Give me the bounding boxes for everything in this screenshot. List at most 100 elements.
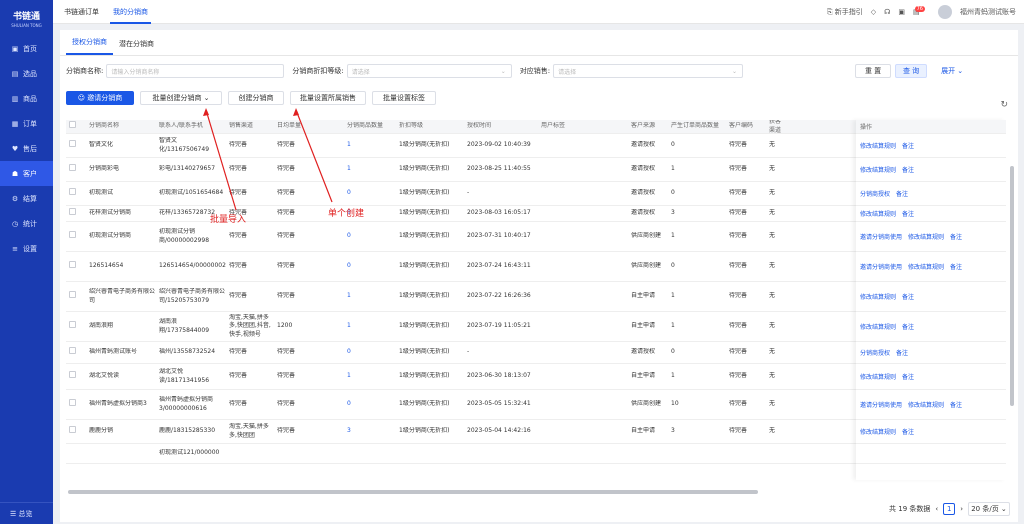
table-cell: 2023-07-19 11:05:21 xyxy=(467,322,531,330)
operation-link[interactable]: 备注 xyxy=(950,232,962,241)
tab-potential-distributors[interactable]: 潜在分销商 xyxy=(113,39,160,55)
row-checkbox[interactable] xyxy=(69,426,76,434)
operation-link[interactable]: 修改结算规则 xyxy=(908,262,944,271)
operation-link[interactable]: 邀请分销商使用 xyxy=(860,400,902,409)
operation-link[interactable]: 修改结算规则 xyxy=(860,372,896,381)
horizontal-scrollbar[interactable] xyxy=(68,490,758,494)
sidebar-icon: ≡ xyxy=(12,244,18,253)
operation-link[interactable]: 修改结算规则 xyxy=(860,322,896,331)
sidebar-item[interactable]: ♥ 售后 xyxy=(0,136,53,161)
table-cell: 分销商彩电 xyxy=(89,165,120,173)
search-button[interactable]: 查 询 xyxy=(895,64,928,78)
row-checkbox[interactable] xyxy=(69,399,76,407)
headset-icon[interactable]: ☊ xyxy=(884,8,890,16)
reset-button[interactable]: 重 置 xyxy=(855,64,892,78)
invite-distributor-button[interactable]: ☺ 邀请分销商 xyxy=(66,91,134,105)
sidebar-item-label: 设置 xyxy=(23,244,37,253)
operations-cell: 分销商授权 备注 xyxy=(856,342,1006,364)
row-checkbox[interactable] xyxy=(69,231,76,239)
operation-link[interactable]: 备注 xyxy=(902,427,914,436)
page-number[interactable]: 1 xyxy=(943,503,956,515)
row-checkbox[interactable] xyxy=(69,261,76,269)
operation-link[interactable]: 修改结算规则 xyxy=(908,232,944,241)
operation-link[interactable]: 备注 xyxy=(902,322,914,331)
sidebar-item[interactable]: ≡ 设置 xyxy=(0,236,53,261)
column-header: 分销商品数量 xyxy=(347,122,384,130)
checkbox-cell xyxy=(66,426,86,437)
table-cell: 0 xyxy=(671,141,675,149)
row-checkbox[interactable] xyxy=(69,291,76,299)
operation-link[interactable]: 备注 xyxy=(902,141,914,150)
operation-link[interactable]: 修改结算规则 xyxy=(860,427,896,436)
table-cell: 淘宝,天猫,拼多多,快团团,抖音,快手,视频号 xyxy=(229,313,271,338)
table-cell: 待完善 xyxy=(277,232,296,240)
table-cell: 湖南浪翔 xyxy=(89,322,114,330)
tab-my-distributors[interactable]: 我的分销商 xyxy=(110,0,151,24)
operation-link[interactable]: 备注 xyxy=(950,262,962,271)
avatar[interactable] xyxy=(938,5,952,19)
select-all-checkbox[interactable] xyxy=(69,121,76,129)
sidebar-item[interactable]: ⚙ 结算 xyxy=(0,186,53,211)
level-select[interactable]: 请选择 ⌄ xyxy=(346,64,512,78)
table-cell: 无 xyxy=(769,427,776,435)
page-size-select[interactable]: 20 条/页 ⌄ xyxy=(968,502,1010,516)
row-checkbox[interactable] xyxy=(69,208,76,216)
operation-link[interactable]: 备注 xyxy=(902,209,914,218)
sales-select[interactable]: 请选择 ⌄ xyxy=(553,64,744,78)
operation-link[interactable]: 邀请分销商使用 xyxy=(860,232,902,241)
refresh-icon[interactable]: ↻ xyxy=(1000,100,1008,110)
guide-link[interactable]: ⎘ 新手指引 xyxy=(827,7,863,17)
sidebar-item[interactable]: ☗ 客户 xyxy=(0,161,53,186)
user-name[interactable]: 福州青蚂测试账号 xyxy=(960,7,1016,17)
calendar-icon[interactable]: ▣ xyxy=(898,8,905,16)
name-input[interactable]: 请输入分销商名称 xyxy=(106,64,285,78)
sidebar-item[interactable]: ◷ 统计 xyxy=(0,211,53,236)
table-cell: 待完善 xyxy=(229,292,248,300)
operation-link[interactable]: 备注 xyxy=(902,372,914,381)
operation-link[interactable]: 分销商授权 xyxy=(860,189,890,198)
expand-link[interactable]: 展开 ⌄ xyxy=(941,66,963,76)
create-distributor-button[interactable]: 创建分销商 xyxy=(228,91,284,105)
operation-link[interactable]: 修改结算规则 xyxy=(860,141,896,150)
operations-cell: 修改结算规则 备注 xyxy=(856,420,1006,444)
tab-bookchain-orders[interactable]: 书链通订单 xyxy=(61,0,102,24)
operation-link[interactable]: 备注 xyxy=(896,189,908,198)
operations-cell: 修改结算规则 备注 xyxy=(856,282,1006,312)
table-cell: 待完善 xyxy=(729,400,748,408)
sidebar-item[interactable]: ▥ 商品 xyxy=(0,86,53,111)
column-header: 获客渠道 xyxy=(769,120,782,134)
tab-authorized-distributors[interactable]: 授权分销商 xyxy=(66,37,113,55)
operation-link[interactable]: 邀请分销商使用 xyxy=(860,262,902,271)
row-checkbox[interactable] xyxy=(69,164,76,172)
operation-link[interactable]: 分销商授权 xyxy=(860,348,890,357)
operation-link[interactable]: 修改结算规则 xyxy=(860,292,896,301)
checkbox-cell xyxy=(66,291,86,302)
sidebar-item[interactable]: ▤ 选品 xyxy=(0,61,53,86)
row-checkbox[interactable] xyxy=(69,188,76,196)
operation-link[interactable]: 备注 xyxy=(896,348,908,357)
batch-create-button[interactable]: 批量创建分销商 ⌄ xyxy=(140,91,222,105)
prev-page-icon[interactable]: ‹ xyxy=(935,505,938,513)
operation-link[interactable]: 修改结算规则 xyxy=(908,400,944,409)
operation-link[interactable]: 备注 xyxy=(902,292,914,301)
batch-set-tag-button[interactable]: 批量设置标签 xyxy=(372,91,436,105)
operation-link[interactable]: 修改结算规则 xyxy=(860,209,896,218)
row-checkbox[interactable] xyxy=(69,347,76,355)
table-cell: - xyxy=(467,348,470,356)
next-page-icon[interactable]: › xyxy=(960,505,963,513)
sidebar-item[interactable]: ▣ 首页 xyxy=(0,36,53,61)
operation-link[interactable]: 修改结算规则 xyxy=(860,165,896,174)
row-checkbox[interactable] xyxy=(69,371,76,379)
row-checkbox[interactable] xyxy=(69,321,76,329)
batch-set-sales-button[interactable]: 批量设置所属销售 xyxy=(290,91,366,105)
bell-icon[interactable]: ▤76 xyxy=(913,6,930,16)
vertical-scrollbar[interactable] xyxy=(1010,166,1014,406)
operation-link[interactable]: 备注 xyxy=(950,400,962,409)
menu-icon: ☰ xyxy=(10,509,19,518)
row-checkbox[interactable] xyxy=(69,140,76,148)
sidebar-bottom-overview[interactable]: ☰ 总览 xyxy=(0,502,53,524)
diamond-icon[interactable]: ◇ xyxy=(871,8,876,16)
sidebar-item[interactable]: ▦ 订单 xyxy=(0,111,53,136)
table-cell: 0 xyxy=(671,348,675,356)
operation-link[interactable]: 备注 xyxy=(902,165,914,174)
